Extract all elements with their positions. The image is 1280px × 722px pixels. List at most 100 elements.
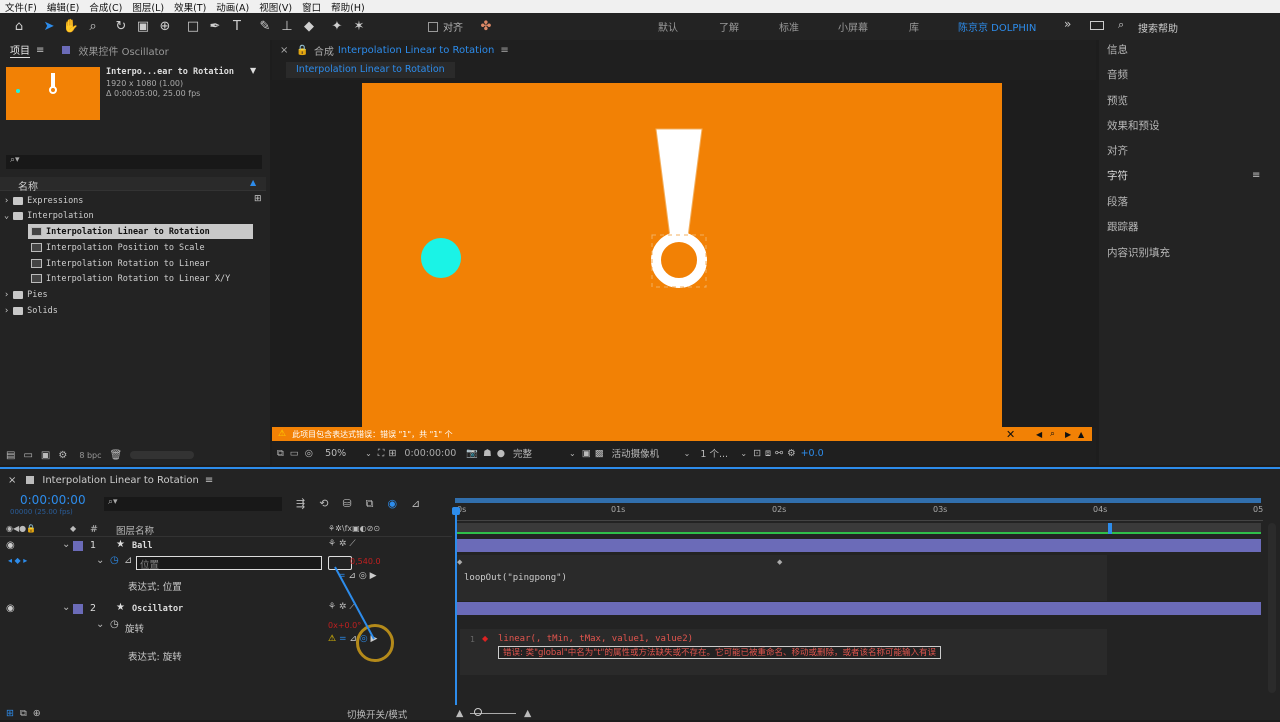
sort-icon[interactable]: ▲ xyxy=(250,178,256,187)
layer-row-ball[interactable]: ◉ ⌄ 1 ★ Ball ⚘ ✲ ⟋ xyxy=(0,539,452,554)
region-icon[interactable]: ⛶ xyxy=(378,448,385,459)
expression-text-ball[interactable]: loopOut("pingpong") xyxy=(464,573,567,583)
menu-file[interactable]: 文件(F) xyxy=(0,0,42,14)
layer-switch-icons[interactable]: ⚘ ✲ ⟋ xyxy=(328,539,356,549)
graph-editor-icon[interactable]: ⊿ xyxy=(411,497,420,511)
menu-edit[interactable]: 编辑(E) xyxy=(42,0,84,14)
grid-icon[interactable]: ⊞ xyxy=(388,448,396,459)
timeline-tab-name[interactable]: Interpolation Linear to Rotation xyxy=(42,475,198,486)
menu-help[interactable]: 帮助(H) xyxy=(326,0,370,14)
render-time-icon[interactable]: ⊞ xyxy=(6,708,14,719)
timeline-vertical-scrollbar[interactable] xyxy=(1268,523,1276,693)
toggle-switches-modes[interactable]: 切换开关/模式 xyxy=(347,707,407,721)
tree-item-rotation-to-linear-xy[interactable]: Interpolation Rotation to Linear X/Y xyxy=(31,271,230,286)
search-help-input[interactable]: 搜索帮助 xyxy=(1138,20,1178,35)
ball-layer[interactable] xyxy=(421,238,461,278)
keyframe-marker[interactable]: ◆ xyxy=(457,558,462,566)
frame-blend-icon[interactable]: ⧉ xyxy=(366,497,374,511)
warning-search-icon[interactable]: ⌕ xyxy=(1050,429,1055,439)
workspace-small-screen[interactable]: 小屏幕 xyxy=(838,19,868,34)
pan-behind-tool-icon[interactable]: ⊕ xyxy=(154,16,176,38)
chevron-down-icon[interactable]: ⌄ xyxy=(740,449,747,458)
close-tab-icon[interactable]: × xyxy=(280,45,288,56)
comp-viewport[interactable] xyxy=(272,80,1096,428)
warning-text[interactable]: 此项目包含表达式错误：错误 "1"，共 "1" 个 xyxy=(292,429,453,440)
panel-character[interactable]: 字符 xyxy=(1107,168,1128,183)
search-help-icon[interactable]: ⌕ xyxy=(1118,18,1124,32)
workspace-library[interactable]: 库 xyxy=(909,19,919,34)
expand-chevron-icon[interactable]: ⌄ xyxy=(96,619,104,630)
panel-align[interactable]: 对齐 xyxy=(1107,143,1128,158)
lock-icon[interactable]: 🔒 xyxy=(296,45,308,56)
new-comp-icon[interactable]: ▣ xyxy=(41,450,50,461)
pen-tool-icon[interactable]: ✒ xyxy=(204,16,226,38)
close-tab-icon[interactable]: × xyxy=(8,475,16,486)
eye-icon[interactable]: ◉ xyxy=(6,603,15,614)
expand-chevron-icon[interactable]: ⌄ xyxy=(96,555,104,566)
keyframe-marker[interactable]: ◆ xyxy=(777,558,782,566)
menu-icon[interactable]: ≡ xyxy=(205,475,213,486)
reset-exposure-icon[interactable]: ⧈ xyxy=(765,448,771,459)
work-area-bar[interactable] xyxy=(455,498,1261,503)
panel-content-aware-fill[interactable]: 内容识别填充 xyxy=(1107,245,1170,260)
motion-blur-icon[interactable]: ◉ xyxy=(388,497,398,511)
roi-icon[interactable]: ▣ xyxy=(582,448,591,459)
show-snapshot-icon[interactable]: ☗ xyxy=(483,448,492,459)
comp-timecode[interactable]: 0:00:00:00 xyxy=(404,448,456,459)
panel-paragraph[interactable]: 段落 xyxy=(1107,194,1128,209)
panel-preview[interactable]: 预览 xyxy=(1107,93,1128,108)
snapping-icon[interactable]: ✤ xyxy=(475,16,497,38)
column-name[interactable]: 名称 xyxy=(18,178,38,193)
camera-dropdown[interactable]: 活动摄像机 xyxy=(612,446,684,460)
stopwatch-icon[interactable]: ◷ xyxy=(110,619,119,630)
menu-layer[interactable]: 图层(L) xyxy=(127,0,169,14)
chevron-down-icon[interactable]: ⌄ xyxy=(365,449,372,458)
work-area-end-marker[interactable] xyxy=(1108,523,1112,534)
graph-icon[interactable]: ⊿ xyxy=(124,555,132,566)
tree-item-position-to-scale[interactable]: Interpolation Position to Scale xyxy=(31,240,205,255)
comp-mini-flowchart-icon[interactable]: ⇶ xyxy=(296,497,305,511)
label-color-swatch[interactable] xyxy=(73,604,83,614)
chevron-down-icon[interactable]: ⌄ xyxy=(684,449,691,458)
type-tool-icon[interactable]: T xyxy=(226,16,248,38)
menu-effect[interactable]: 效果(T) xyxy=(169,0,211,14)
menu-animation[interactable]: 动画(A) xyxy=(211,0,254,14)
brush-tool-icon[interactable]: ✎ xyxy=(254,16,276,38)
workspace-learn[interactable]: 了解 xyxy=(719,19,739,34)
exposure-value[interactable]: +0.0 xyxy=(801,448,824,459)
tree-item-solids[interactable]: › Solids xyxy=(4,303,58,318)
rectangle-tool-icon[interactable]: □ xyxy=(182,16,204,38)
zoom-in-icon[interactable]: ▲ xyxy=(524,708,531,719)
clone-tool-icon[interactable]: ⊥ xyxy=(276,16,298,38)
bit-depth-label[interactable]: 8 bpc xyxy=(79,451,101,460)
quality-dropdown[interactable]: 完整 xyxy=(513,446,569,460)
warning-next-icon[interactable]: ▶ xyxy=(1065,430,1071,439)
snapshot-icon[interactable]: 📷 xyxy=(466,448,478,459)
trash-icon[interactable]: 🗑 xyxy=(110,450,123,461)
expression-text-oscillator[interactable]: linear(, tMin, tMax, value1, value2) xyxy=(498,634,693,644)
menu-composition[interactable]: 合成(C) xyxy=(84,0,127,14)
expression-area-oscillator[interactable]: 1 ◆ linear(, tMin, tMax, value1, value2)… xyxy=(460,629,1107,675)
timeline-search-input[interactable]: ⌕▾ xyxy=(104,497,282,511)
views-dropdown[interactable]: 1 个... xyxy=(700,446,740,460)
tree-item-expressions[interactable]: › Expressions xyxy=(4,193,83,208)
interpret-footage-icon[interactable]: ▤ xyxy=(6,450,15,461)
comp-subtab[interactable]: Interpolation Linear to Rotation xyxy=(286,62,455,78)
warning-collapse-icon[interactable]: ▲ xyxy=(1078,430,1084,439)
panel-menu-icon[interactable]: ≡ xyxy=(1252,170,1260,181)
transparency-grid-icon[interactable]: ▩ xyxy=(595,448,604,459)
panel-tracker[interactable]: 跟踪器 xyxy=(1107,219,1139,234)
in-out-icon[interactable]: ⧉ xyxy=(20,708,27,719)
property-row-position[interactable]: ◂ ◆ ▸ ⌄ ◷ ⊿ 位置 0,540.0 xyxy=(0,555,452,571)
puppet-tool-icon[interactable]: ✶ xyxy=(348,16,370,38)
vr-icon[interactable]: ◎ xyxy=(305,448,313,459)
label-color-swatch[interactable] xyxy=(73,541,83,551)
zoom-tool-icon[interactable]: ⌕ xyxy=(82,16,104,38)
eraser-tool-icon[interactable]: ◆ xyxy=(298,16,320,38)
oscillator-layer[interactable] xyxy=(650,125,714,295)
layer-bar-oscillator[interactable] xyxy=(457,602,1261,615)
project-scrollbar[interactable] xyxy=(130,451,195,459)
collapse-chevron-icon[interactable]: ⌄ xyxy=(62,539,70,550)
home-icon[interactable]: ⌂ xyxy=(8,16,30,38)
tab-effect-controls[interactable]: 效果控件 Oscillator xyxy=(78,43,168,58)
